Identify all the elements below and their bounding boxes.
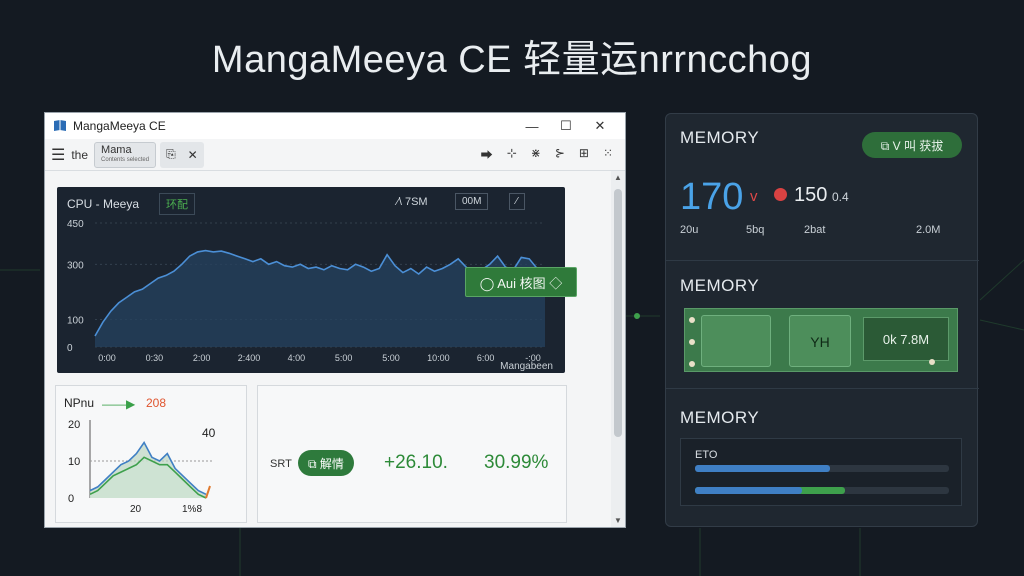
cpu-stat: ⁄\ 7SM bbox=[397, 196, 428, 208]
divider bbox=[666, 260, 979, 261]
memory-heading-1: MEMORY bbox=[680, 128, 760, 147]
stat-percent: 30.99% bbox=[484, 452, 549, 473]
memory-panel: MEMORY ⧉ V 叫 获拔 170 v 150 0.4 20u 5bq 2b… bbox=[665, 113, 979, 527]
memory-big-value: 170 bbox=[680, 176, 744, 218]
x-tick-label: 10:00 bbox=[427, 353, 450, 363]
ram-pin bbox=[929, 359, 935, 365]
x-tick-label: 5:00 bbox=[382, 353, 400, 363]
y-tick-label: 300 bbox=[67, 260, 84, 271]
copy-icon[interactable]: ⎘ bbox=[166, 147, 176, 162]
memory-bar-1-fill bbox=[695, 465, 830, 472]
x-tick-label: 0:00 bbox=[98, 353, 116, 363]
x-tick-label: 20 bbox=[130, 504, 142, 515]
stat-srt-label: SRT bbox=[270, 458, 292, 470]
app-window: MangaMeeya CE — ☐ ✕ ☰ the Mama Contents … bbox=[44, 112, 626, 528]
npu-value: 208 bbox=[146, 396, 167, 410]
x-tick-label: 2:400 bbox=[238, 353, 261, 363]
menu-icon[interactable]: ☰ bbox=[51, 145, 65, 165]
window-titlebar[interactable]: MangaMeeya CE — ☐ ✕ bbox=[45, 113, 625, 139]
arrow-right-icon: ——▶ bbox=[102, 397, 136, 411]
x-tick-label: 1%8 bbox=[182, 504, 202, 515]
alert-dot-icon bbox=[774, 188, 787, 201]
y-tick-label: 0 bbox=[67, 343, 73, 354]
maximize-button[interactable]: ☐ bbox=[549, 118, 583, 134]
ram-pin bbox=[689, 339, 695, 345]
x-tick-label: 6:00 bbox=[477, 353, 495, 363]
y-tick-label: 450 bbox=[67, 219, 84, 230]
tab-title: Mama bbox=[101, 144, 132, 156]
tab-close-icon[interactable]: ✕ bbox=[188, 148, 198, 162]
memory-bar-1 bbox=[695, 465, 949, 472]
cpu-badge[interactable]: 环配 bbox=[159, 193, 195, 215]
stat-number: +26.10. bbox=[384, 452, 448, 473]
x-tick-label: 5:00 bbox=[335, 353, 353, 363]
cpu-area bbox=[95, 250, 545, 347]
auto-button[interactable]: ◯ Aui 核图 ◇ bbox=[465, 267, 577, 297]
memory-label-2: 5bq bbox=[746, 224, 765, 236]
scroll-thumb[interactable] bbox=[614, 189, 622, 437]
toolbar: ☰ the Mama Contents selected ⎘ ✕ ⮕ ⊹ ⋇ ⊱… bbox=[45, 139, 625, 171]
npu-right-value: 40 bbox=[202, 426, 216, 440]
toolbar-icon-4[interactable]: ⊱ bbox=[555, 146, 565, 163]
memory-label-3: 2bat bbox=[804, 224, 826, 236]
bar-label: ETO bbox=[695, 449, 718, 461]
y-tick-label: 0 bbox=[68, 493, 74, 505]
cpu-chart-title: CPU - Meeya bbox=[67, 197, 140, 211]
page-title: MangaMeeya CE 轻量运nrrncchog bbox=[211, 39, 813, 81]
memory-bar-2 bbox=[695, 487, 949, 494]
toolbar-icons: ⮕ ⊹ ⋇ ⊱ ⊞ ⁙ bbox=[481, 146, 619, 163]
scroll-up-icon[interactable]: ▲ bbox=[611, 173, 625, 182]
ram-pin bbox=[689, 361, 695, 367]
vertical-scrollbar[interactable]: ▲ ▼ bbox=[611, 171, 625, 527]
toolbar-icon-2[interactable]: ⊹ bbox=[507, 146, 517, 163]
memory-heading-2: MEMORY bbox=[680, 276, 760, 295]
window-title: MangaMeeya CE bbox=[73, 119, 166, 133]
memory-label-1: 20u bbox=[680, 224, 699, 236]
cpu-expand-box[interactable]: ⁄ bbox=[509, 193, 525, 210]
toolbar-icon-5[interactable]: ⊞ bbox=[579, 146, 589, 163]
divider bbox=[666, 388, 979, 389]
ram-chip bbox=[701, 315, 771, 367]
y-tick-label: 100 bbox=[67, 315, 84, 326]
memory-bars: ETO bbox=[680, 438, 962, 506]
document-tab[interactable]: Mama Contents selected bbox=[94, 141, 157, 168]
chart-corner-label: Mangabeen bbox=[500, 361, 553, 372]
y-tick-label: 10 bbox=[68, 456, 80, 468]
close-button[interactable]: ✕ bbox=[583, 118, 617, 134]
npu-marker bbox=[205, 485, 211, 499]
npu-panel: 20 10 0 20 1%8 NPnu ——▶ 208 40 bbox=[55, 385, 247, 523]
down-arrow-icon: v bbox=[750, 188, 758, 205]
stats-panel: SRT ⧉ 解情 +26.10. 30.99% bbox=[257, 385, 567, 523]
app-logo-icon bbox=[54, 120, 66, 131]
memory-second-unit: 0.4 bbox=[832, 190, 849, 204]
toolbar-label: the bbox=[71, 147, 89, 162]
y-tick-label: 20 bbox=[68, 419, 80, 431]
memory-bar-2-blue-fill bbox=[695, 487, 802, 494]
npu-label: NPnu bbox=[64, 396, 95, 410]
window-content: 450 300 100 0 0:00 0:30 2:00 2:400 4:00 5:00 5:00 1… bbox=[45, 171, 625, 527]
cpu-range-box[interactable]: 00M bbox=[455, 193, 489, 210]
ram-module-image: YH 0k 7.8M bbox=[684, 308, 958, 372]
ram-pin bbox=[689, 317, 695, 323]
toolbar-icon-1[interactable]: ⮕ bbox=[481, 146, 493, 163]
ram-chip-text: YH bbox=[810, 334, 830, 350]
x-tick-label: 4:00 bbox=[288, 353, 306, 363]
toolbar-icon-6[interactable]: ⁙ bbox=[603, 146, 613, 163]
scroll-down-icon[interactable]: ▼ bbox=[611, 516, 625, 525]
memory-heading-3: MEMORY bbox=[680, 408, 760, 427]
ram-chip: YH bbox=[789, 315, 851, 367]
x-tick-label: 2:00 bbox=[193, 353, 211, 363]
memory-second-value: 150 bbox=[794, 184, 828, 206]
toolbar-icon-3[interactable]: ⋇ bbox=[531, 146, 541, 163]
memory-label-4: 2.0M bbox=[916, 224, 941, 236]
ram-label: 0k 7.8M bbox=[863, 317, 949, 361]
minimize-button[interactable]: — bbox=[515, 119, 549, 134]
stat-pill-button[interactable]: ⧉ 解情 bbox=[298, 450, 354, 476]
x-tick-label: 0:30 bbox=[146, 353, 164, 363]
tab-subtitle: Contents selected bbox=[101, 157, 150, 163]
tab-actions: ⎘ ✕ bbox=[160, 141, 204, 168]
memory-action-pill[interactable]: ⧉ V 叫 获拔 bbox=[862, 132, 962, 158]
